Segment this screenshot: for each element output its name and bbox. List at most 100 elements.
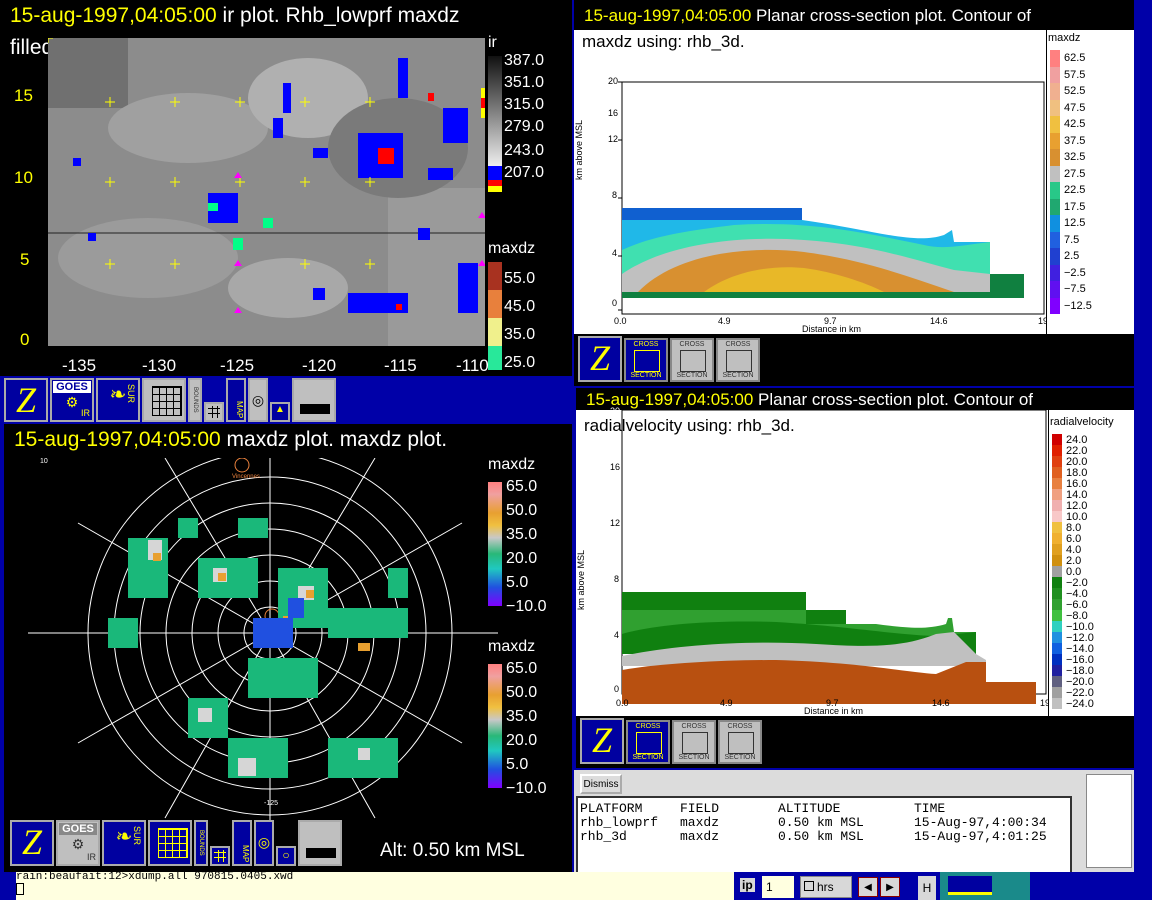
z-button[interactable]: Z (580, 718, 624, 764)
radar-top-label: 10 (40, 458, 48, 465)
cross-section-button-2[interactable]: CROSS SECTION (670, 338, 714, 382)
radar-toolbar: Z GOES ⚙ IR ❧ SUR BOUNDS MAP ◎ ○ (10, 820, 342, 866)
radar-ppi-display[interactable] (28, 458, 498, 858)
radar-colorbar-2: maxdz 65.0 50.0 35.0 20.0 5.0 −10.0 (488, 638, 547, 797)
taskbar: ip 1 hrs ◀ ▶ H (734, 872, 1152, 900)
ir-xtick: -125 (220, 356, 255, 375)
hour-field[interactable]: 1 (762, 876, 794, 898)
table-row[interactable]: rhb_lowprf maxdz 0.50 km MSL 15-Aug-97,4… (578, 816, 1070, 830)
hrs-button[interactable]: hrs (800, 876, 852, 898)
colorbar-label: −7.5 (1064, 283, 1086, 296)
z-button[interactable]: Z (578, 336, 622, 382)
colorbar-swatch (1052, 445, 1062, 456)
grid-toggle-button[interactable] (210, 846, 230, 866)
map-button[interactable]: MAP (226, 378, 246, 422)
colorbar-label: 47.5 (1064, 101, 1086, 114)
goes-ir-button[interactable]: GOES ⚙ IR (56, 820, 100, 866)
colorbar-swatch (1052, 478, 1062, 489)
colorbar-label: −12.5 (1064, 299, 1092, 312)
ir-ytick: 10 (14, 168, 33, 187)
xsec2-xlabel: Distance in km (804, 706, 864, 716)
ir-plot-title: 15-aug-1997,04:05:00 ir plot. Rhb_lowprf… (10, 4, 460, 27)
colorbar-swatch (1050, 149, 1060, 166)
ip-label: ip (740, 878, 755, 892)
colorbar-swatch (1050, 297, 1060, 314)
info-side-panel (1086, 774, 1132, 868)
altitude-label: Alt: 0.50 km MSL (380, 840, 525, 861)
cross-section-tool-button[interactable] (148, 820, 192, 866)
colorbar-swatch (1050, 116, 1060, 133)
z-button[interactable]: Z (10, 820, 54, 866)
sur-button[interactable]: ❧ SUR (102, 820, 146, 866)
bounds-button[interactable]: BOUNDS (194, 820, 208, 866)
dismiss-button[interactable]: Dismiss (580, 774, 622, 794)
range-rings-button[interactable]: ◎ (254, 820, 274, 866)
satellite-icon: ⚙ (71, 836, 85, 852)
cross-section-button-1[interactable]: CROSS SECTION (624, 338, 668, 382)
step-back-button[interactable]: ◀ (858, 877, 878, 897)
cross-section-button-3[interactable]: CROSS SECTION (718, 720, 762, 764)
colorbar-swatch (1052, 566, 1062, 577)
cross-section-button-3[interactable]: CROSS SECTION (716, 338, 760, 382)
terminal-window[interactable]: rain:beaufait:12>xdump.all 970815.0405.x… (16, 872, 734, 900)
circle-tool-button[interactable]: ○ (276, 846, 296, 866)
table-row[interactable]: rhb_3d maxdz 0.50 km MSL 15-Aug-97,4:01:… (578, 830, 1070, 844)
h-button[interactable]: H (918, 876, 936, 900)
colorbar-swatch (1050, 99, 1060, 116)
xsec2-toolbar: Z CROSS SECTION CROSS SECTION CROSS SECTION (580, 718, 762, 764)
colorbar-label: 32.5 (1064, 151, 1086, 164)
colorbar-swatch (1050, 182, 1060, 199)
radar-plot-window: 15-aug-1997,04:05:00 maxdz plot. maxdz p… (4, 424, 572, 872)
colorbar-label: 52.5 (1064, 85, 1086, 98)
colorbar-swatch (1052, 665, 1062, 676)
colorbar-swatch (1052, 621, 1062, 632)
checkbox-icon (804, 881, 814, 891)
colorbar-swatch (1050, 165, 1060, 182)
colorbar-swatch (1052, 456, 1062, 467)
colorbar-swatch (1052, 687, 1062, 698)
colorbar-swatch (1052, 522, 1062, 533)
cube-icon (728, 732, 754, 754)
ir-ytick: 15 (14, 86, 33, 105)
xsec1-toolbar: Z CROSS SECTION CROSS SECTION CROSS SECTION (578, 336, 760, 382)
colorbar-swatch (1052, 555, 1062, 566)
bounds-button[interactable]: BOUNDS (188, 378, 202, 422)
cross-section-tool-button[interactable] (142, 378, 186, 422)
cross-section-button-1[interactable]: CROSS SECTION (626, 720, 670, 764)
info-panel: Dismiss PLATFORM FIELD ALTITUDE TIME rhb… (574, 770, 1134, 872)
ir-xtick: -120 (302, 356, 337, 375)
cube-icon (634, 350, 660, 372)
colorbar-title: radialvelocity (1050, 416, 1114, 428)
xsec-maxdz-window: 15-aug-1997,04:05:00 Planar cross-sectio… (574, 0, 1134, 386)
vessel-icon (948, 876, 992, 895)
ship-button[interactable]: ▲ (270, 402, 290, 422)
xsec1-xlabel: Distance in km (802, 324, 862, 334)
rewind-icon: ◀ (864, 882, 872, 893)
terminal-cursor (16, 883, 24, 895)
colorbar-label: 27.5 (1064, 167, 1086, 180)
step-forward-button[interactable]: ▶ (880, 877, 900, 897)
xsec2-title: 15-aug-1997,04:05:00 Planar cross-sectio… (586, 390, 1033, 409)
ir-xtick: -110 (456, 356, 489, 375)
cross-section-button-2[interactable]: CROSS SECTION (672, 720, 716, 764)
goes-ir-button[interactable]: GOES ⚙ IR (50, 378, 94, 422)
colorbar-label: −2.5 (1064, 266, 1086, 279)
colorbar-swatch (1052, 533, 1062, 544)
platform-button[interactable] (292, 378, 336, 422)
colorbar-swatch (1050, 231, 1060, 248)
colorbar-swatch (1050, 83, 1060, 100)
table-header: PLATFORM FIELD ALTITUDE TIME (580, 801, 946, 816)
ship-icon: ▲ (275, 404, 285, 415)
z-button[interactable]: Z (4, 378, 48, 422)
sur-button[interactable]: ❧ SUR (96, 378, 140, 422)
xsec1-title: 15-aug-1997,04:05:00 Planar cross-sectio… (584, 6, 1031, 25)
platform-button[interactable] (298, 820, 342, 866)
range-rings-button[interactable]: ◎ (248, 378, 268, 422)
radar-plot-title: 15-aug-1997,04:05:00 maxdz plot. maxdz p… (14, 428, 448, 451)
map-button[interactable]: MAP (232, 820, 252, 866)
colorbar-label: 57.5 (1064, 68, 1086, 81)
ir-satellite-image[interactable] (48, 38, 485, 346)
grid-toggle-button[interactable] (204, 402, 224, 422)
ship-taskbar-icon[interactable] (940, 872, 1030, 900)
colorbar-swatch (1052, 467, 1062, 478)
